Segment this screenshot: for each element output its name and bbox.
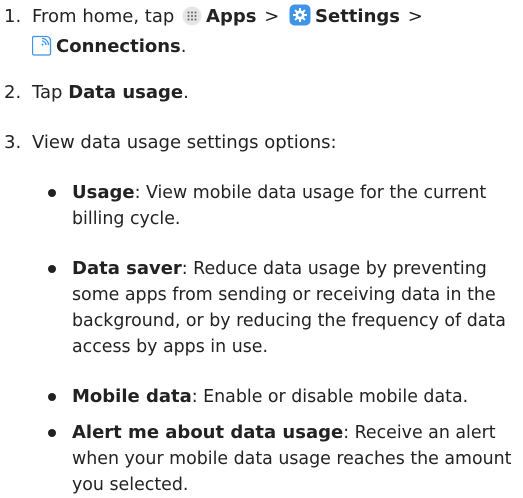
option-label: Alert me about data usage	[72, 422, 344, 443]
step-number: 2.	[4, 82, 22, 103]
bullet-dot	[48, 265, 56, 273]
option-label: Mobile data	[72, 386, 192, 407]
option-label: Usage	[72, 182, 135, 203]
step-3: 3. View data usage settings options:	[0, 130, 523, 156]
path-separator: >	[407, 6, 423, 27]
step-2-text: Tap Data usage.	[32, 80, 517, 106]
option-text: Alert me about data usage: Receive an al…	[72, 420, 517, 498]
settings-label: Settings	[315, 6, 400, 27]
connections-icon	[31, 34, 52, 64]
step-2-end: .	[183, 82, 189, 103]
apps-grid-icon	[182, 6, 202, 34]
apps-label: Apps	[206, 6, 257, 27]
step-3-text: View data usage settings options:	[32, 132, 337, 153]
path-separator: >	[264, 6, 280, 27]
bullet-dot	[48, 393, 56, 401]
step-1-text: From home, tap Apps > Settings > Connect…	[31, 4, 517, 64]
option-data-saver: Data saver: Reduce data usage by prevent…	[48, 256, 517, 360]
step-number: 1.	[4, 6, 22, 27]
bullet-dot	[48, 189, 56, 197]
option-usage: Usage: View mobile data usage for the cu…	[48, 180, 517, 232]
connections-label: Connections	[56, 36, 181, 57]
option-description: : View mobile data usage for the current…	[72, 183, 487, 229]
option-alert-data-usage: Alert me about data usage: Receive an al…	[48, 420, 517, 498]
step-1: 1. From home, tap Apps > Settings > Conn…	[0, 4, 523, 57]
option-description: : Enable or disable mobile data.	[191, 387, 469, 407]
option-mobile-data: Mobile data: Enable or disable mobile da…	[48, 384, 517, 410]
option-text: Data saver: Reduce data usage by prevent…	[72, 256, 517, 360]
option-label: Data saver	[72, 258, 182, 279]
data-usage-label: Data usage	[68, 82, 184, 103]
option-text: Usage: View mobile data usage for the cu…	[72, 180, 517, 232]
step-2: 2. Tap Data usage.	[0, 80, 523, 106]
step-1-prefix: From home, tap	[32, 6, 175, 27]
option-text: Mobile data: Enable or disable mobile da…	[72, 384, 517, 410]
bullet-dot	[48, 429, 56, 437]
step-number: 3.	[4, 132, 22, 153]
step-2-prefix: Tap	[32, 82, 63, 103]
step-1-end: .	[180, 36, 187, 57]
settings-gear-icon	[289, 4, 311, 34]
